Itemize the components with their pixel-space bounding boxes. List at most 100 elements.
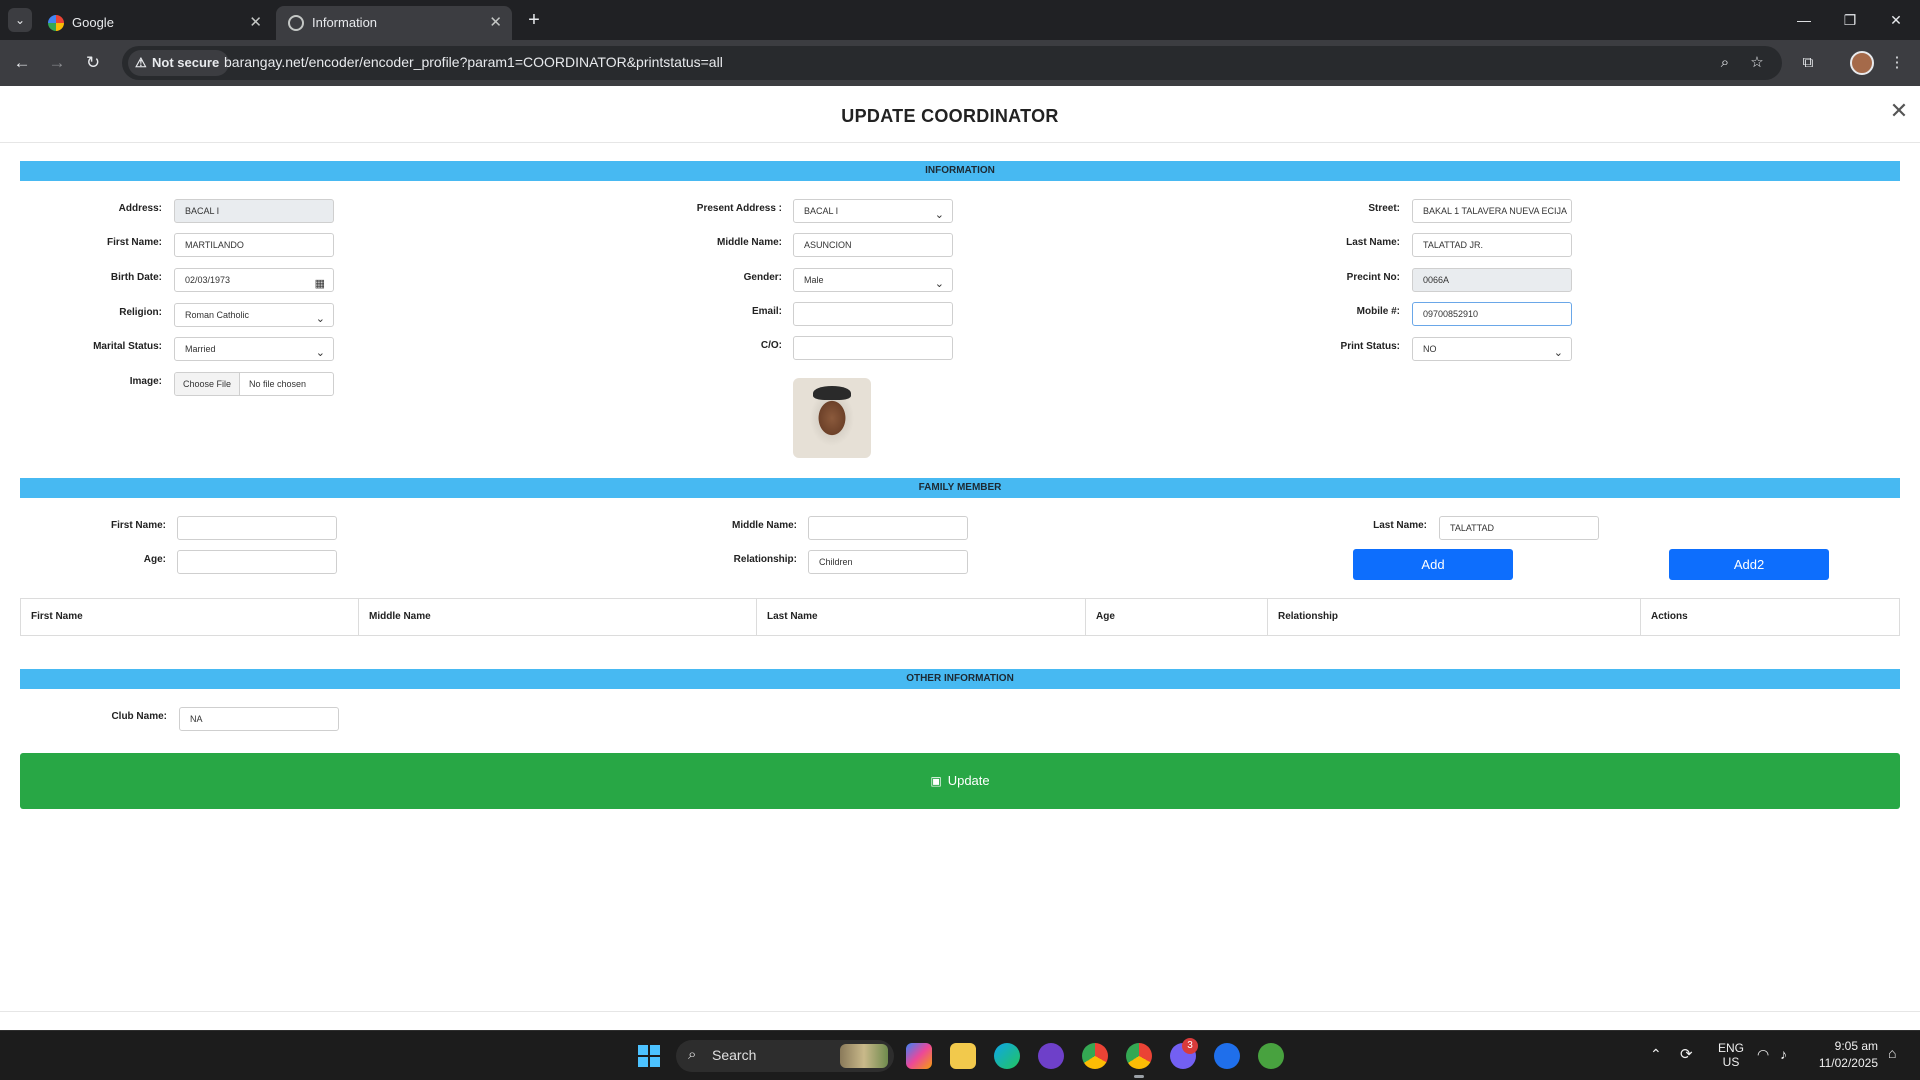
windows-start-icon[interactable] xyxy=(638,1045,660,1067)
clock[interactable]: 9:05 am 11/02/2025 xyxy=(1812,1039,1878,1070)
table-header-relationship: Relationship xyxy=(1268,599,1641,635)
new-tab-button[interactable]: + xyxy=(520,6,548,34)
edge-icon[interactable] xyxy=(994,1043,1020,1069)
marital-status-value: Married xyxy=(185,344,216,354)
tab-title: Google xyxy=(72,15,114,30)
security-label: Not secure xyxy=(152,55,220,70)
add-button[interactable]: Add xyxy=(1353,549,1513,580)
restore-icon[interactable]: ❐ xyxy=(1830,8,1870,32)
minimize-icon[interactable]: — xyxy=(1784,8,1824,32)
print-status-select[interactable]: NO ⌄ xyxy=(1412,337,1572,361)
volume-icon[interactable]: ♪ xyxy=(1780,1046,1787,1062)
close-tab-icon[interactable]: ✕ xyxy=(489,13,502,31)
copilot-icon[interactable] xyxy=(906,1043,932,1069)
address-bar[interactable]: ⚠ Not secure barangay.net/encoder/encode… xyxy=(122,46,1782,80)
family-age-label: Age: xyxy=(143,554,166,565)
google-favicon-icon xyxy=(48,15,64,31)
utorrent-icon[interactable] xyxy=(1258,1043,1284,1069)
modal-title: UPDATE COORDINATOR xyxy=(841,106,1059,126)
chevron-down-icon: ⌄ xyxy=(934,209,944,221)
notification-icon[interactable]: ⌂ xyxy=(1888,1045,1896,1061)
image-file-input[interactable]: Choose File No file chosen xyxy=(174,372,334,396)
religion-select[interactable]: Roman Catholic ⌄ xyxy=(174,303,334,327)
warning-icon: ⚠ xyxy=(135,55,147,70)
header-divider xyxy=(0,142,1920,143)
street-label: Street: xyxy=(1368,203,1400,214)
tab-title: Information xyxy=(312,15,378,30)
religion-label: Religion: xyxy=(119,307,162,318)
email-field[interactable] xyxy=(793,302,953,326)
tab-google[interactable]: Google ✕ xyxy=(36,6,272,40)
middle-name-field[interactable]: ASUNCION xyxy=(793,233,953,257)
table-header-middle-name: Middle Name xyxy=(359,599,757,635)
close-window-icon[interactable]: ✕ xyxy=(1876,8,1916,32)
street-field[interactable]: BAKAL 1 TALAVERA NUEVA ECIJA xyxy=(1412,199,1572,223)
github-icon[interactable] xyxy=(1038,1043,1064,1069)
chrome-icon[interactable] xyxy=(1082,1043,1108,1069)
table-header-age: Age xyxy=(1086,599,1268,635)
file-explorer-icon[interactable] xyxy=(950,1043,976,1069)
family-last-name-field[interactable]: TALATTAD xyxy=(1439,516,1599,540)
extensions-icon[interactable]: ⧉ xyxy=(1797,52,1819,74)
email-label: Email: xyxy=(751,306,782,317)
reload-icon[interactable]: ↻ xyxy=(80,50,106,76)
close-modal-icon[interactable]: ✕ xyxy=(1886,98,1912,124)
clock-date: 11/02/2025 xyxy=(1818,1056,1878,1070)
mobile-field[interactable]: 09700852910 xyxy=(1412,302,1572,326)
forward-icon[interactable]: → xyxy=(44,50,70,76)
address-field[interactable]: BACAL I xyxy=(174,199,334,223)
family-first-name-field[interactable] xyxy=(177,516,337,540)
chevron-down-icon: ⌄ xyxy=(315,313,325,325)
security-chip[interactable]: ⚠ Not secure xyxy=(128,50,230,76)
print-status-label: Print Status: xyxy=(1340,341,1400,352)
religion-value: Roman Catholic xyxy=(185,310,250,320)
table-header-last-name: Last Name xyxy=(757,599,1086,635)
calendar-icon[interactable]: ▦ xyxy=(315,273,325,291)
first-name-field[interactable]: MARTILANDO xyxy=(174,233,334,257)
club-name-field[interactable]: NA xyxy=(179,707,339,731)
birth-date-value: 02/03/1973 xyxy=(185,275,231,285)
image-label: Image: xyxy=(129,376,162,387)
tab-search-button[interactable]: ⌄ xyxy=(8,8,32,32)
gender-select[interactable]: Male ⌄ xyxy=(793,268,953,292)
taskbar-search[interactable]: ⌕ Search xyxy=(676,1040,894,1072)
save-icon: ▣ xyxy=(930,774,942,788)
wifi-icon[interactable]: ◠ xyxy=(1757,1046,1769,1063)
bookmark-star-icon[interactable]: ☆ xyxy=(1746,52,1768,74)
bluetooth-icon[interactable] xyxy=(1214,1043,1240,1069)
menu-dots-icon[interactable]: ⋮ xyxy=(1886,52,1908,74)
search-label: Search xyxy=(712,1047,757,1063)
back-icon[interactable]: ← xyxy=(9,50,35,76)
profile-avatar[interactable] xyxy=(1850,51,1874,75)
tab-information[interactable]: Information ✕ xyxy=(276,6,512,40)
precinct-no-field[interactable]: 0066A xyxy=(1412,268,1572,292)
show-hidden-icons-icon[interactable]: ⌃ xyxy=(1650,1046,1662,1063)
close-tab-icon[interactable]: ✕ xyxy=(249,13,262,31)
marital-status-select[interactable]: Married ⌄ xyxy=(174,337,334,361)
chrome-profile-icon[interactable] xyxy=(1126,1043,1152,1078)
present-address-select[interactable]: BACAL I ⌄ xyxy=(793,199,953,223)
family-member-header: FAMILY MEMBER xyxy=(20,478,1900,498)
url-text[interactable]: barangay.net/encoder/encoder_profile?par… xyxy=(224,54,723,70)
zoom-icon[interactable]: ⌕ xyxy=(1714,52,1736,74)
gender-label: Gender: xyxy=(743,272,782,283)
table-header-first-name: First Name xyxy=(21,599,359,635)
birth-date-field[interactable]: 02/03/1973 ▦ xyxy=(174,268,334,292)
update-button[interactable]: ▣ Update xyxy=(20,753,1900,809)
co-field[interactable] xyxy=(793,336,953,360)
sync-icon[interactable]: ⟳ xyxy=(1680,1045,1693,1063)
last-name-field[interactable]: TALATTAD JR. xyxy=(1412,233,1572,257)
file-status-text: No file chosen xyxy=(249,379,307,389)
middle-name-label: Middle Name: xyxy=(716,237,782,248)
language-indicator[interactable]: ENG US xyxy=(1716,1041,1746,1069)
clock-time: 9:05 am xyxy=(1834,1039,1878,1053)
family-relationship-field[interactable]: Children xyxy=(808,550,968,574)
address-label: Address: xyxy=(118,203,162,214)
last-name-label: Last Name: xyxy=(1346,237,1400,248)
marital-status-label: Marital Status: xyxy=(93,341,162,352)
family-first-name-label: First Name: xyxy=(110,520,166,531)
add2-button[interactable]: Add2 xyxy=(1669,549,1829,580)
family-age-field[interactable] xyxy=(177,550,337,574)
family-middle-name-field[interactable] xyxy=(808,516,968,540)
choose-file-button[interactable]: Choose File xyxy=(175,373,241,395)
